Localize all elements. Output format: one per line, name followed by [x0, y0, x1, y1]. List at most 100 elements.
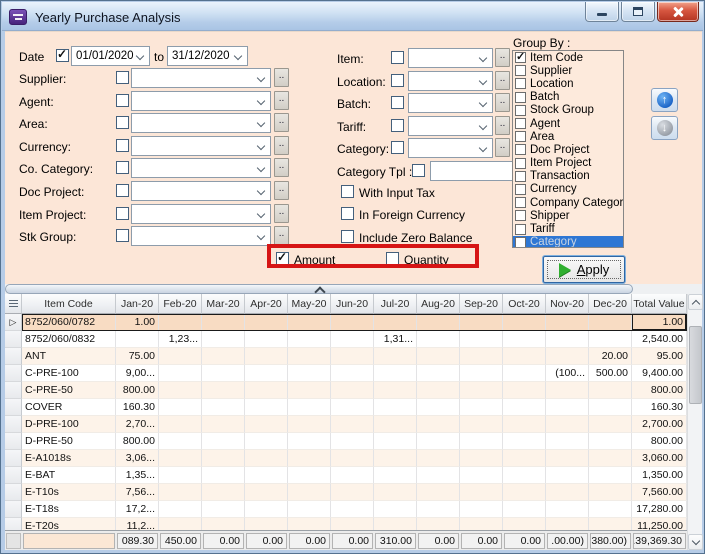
month-value-cell[interactable]: 800.00: [116, 382, 159, 399]
scroll-thumb[interactable]: [689, 326, 702, 404]
month-value-cell[interactable]: [546, 348, 589, 365]
group-by-item-shipper[interactable]: Shipper: [513, 209, 623, 222]
month-value-cell[interactable]: [417, 331, 460, 348]
group-by-checkbox-item-project[interactable]: [515, 158, 526, 169]
item-code-cell[interactable]: E-A1018s: [22, 450, 116, 467]
month-value-cell[interactable]: 20.00: [589, 348, 632, 365]
month-value-cell[interactable]: [417, 365, 460, 382]
month-value-cell[interactable]: [245, 450, 288, 467]
month-value-cell[interactable]: [546, 331, 589, 348]
table-row-d-pre-100[interactable]: D-PRE-1002,70...2,700.00: [5, 416, 687, 433]
month-value-cell[interactable]: [546, 382, 589, 399]
row-selector[interactable]: [5, 450, 22, 467]
month-value-cell[interactable]: [159, 399, 202, 416]
month-value-cell[interactable]: [417, 314, 460, 331]
month-value-cell[interactable]: [460, 314, 503, 331]
month-value-cell[interactable]: [331, 433, 374, 450]
minimize-button[interactable]: [585, 2, 619, 22]
total-value-cell[interactable]: 800.00: [632, 382, 687, 399]
month-value-cell[interactable]: [159, 416, 202, 433]
row-selector[interactable]: ▷: [5, 314, 22, 331]
row-selector[interactable]: [5, 348, 22, 365]
month-value-cell[interactable]: [159, 382, 202, 399]
row-selector[interactable]: [5, 416, 22, 433]
month-value-cell[interactable]: [460, 399, 503, 416]
month-value-cell[interactable]: [202, 348, 245, 365]
item-code-cell[interactable]: E-T18s: [22, 501, 116, 518]
browse-button-category[interactable]: ..: [495, 138, 510, 157]
month-value-cell[interactable]: [503, 501, 546, 518]
month-value-cell[interactable]: [417, 348, 460, 365]
month-value-cell[interactable]: 2,70...: [116, 416, 159, 433]
month-value-cell[interactable]: [245, 433, 288, 450]
row-selector[interactable]: [5, 433, 22, 450]
month-value-cell[interactable]: 7,56...: [116, 484, 159, 501]
scroll-down-button[interactable]: [688, 534, 703, 550]
month-value-cell[interactable]: [374, 467, 417, 484]
field-checkbox-category-tpl[interactable]: [412, 164, 425, 177]
month-value-cell[interactable]: [331, 331, 374, 348]
row-selector[interactable]: [5, 518, 22, 530]
field-checkbox-stk-group[interactable]: [116, 229, 129, 242]
column-header-jul-20[interactable]: Jul-20: [374, 294, 417, 314]
month-value-cell[interactable]: 160.30: [116, 399, 159, 416]
total-value-cell[interactable]: 7,560.00: [632, 484, 687, 501]
month-value-cell[interactable]: [460, 365, 503, 382]
month-value-cell[interactable]: [374, 365, 417, 382]
month-value-cell[interactable]: [245, 484, 288, 501]
item-code-cell[interactable]: C-PRE-100: [22, 365, 116, 382]
table-row-c-pre-100[interactable]: C-PRE-1009,00...(100...500.009,400.00: [5, 365, 687, 382]
field-checkbox-item-project[interactable]: [116, 207, 129, 220]
month-value-cell[interactable]: [374, 314, 417, 331]
month-value-cell[interactable]: [288, 399, 331, 416]
item-code-cell[interactable]: E-T10s: [22, 484, 116, 501]
month-value-cell[interactable]: [202, 433, 245, 450]
column-header-jun-20[interactable]: Jun-20: [331, 294, 374, 314]
month-value-cell[interactable]: [460, 467, 503, 484]
field-combo-location[interactable]: [408, 71, 493, 91]
month-value-cell[interactable]: [546, 501, 589, 518]
apply-button[interactable]: Apply: [543, 256, 625, 283]
month-value-cell[interactable]: [288, 331, 331, 348]
move-down-button[interactable]: ↓: [651, 116, 678, 140]
month-value-cell[interactable]: [460, 382, 503, 399]
month-value-cell[interactable]: [546, 399, 589, 416]
column-header-nov-20[interactable]: Nov-20: [546, 294, 589, 314]
month-value-cell[interactable]: [460, 416, 503, 433]
group-by-checkbox-doc-project[interactable]: [515, 144, 526, 155]
group-by-checkbox-shipper[interactable]: [515, 210, 526, 221]
grid-corner-header[interactable]: [5, 294, 22, 314]
month-value-cell[interactable]: [374, 416, 417, 433]
close-button[interactable]: [657, 2, 699, 22]
total-value-cell[interactable]: 1.00: [632, 314, 687, 331]
month-value-cell[interactable]: [331, 501, 374, 518]
group-by-checkbox-currency[interactable]: [515, 184, 526, 195]
month-value-cell[interactable]: [331, 484, 374, 501]
field-checkbox-location[interactable]: [391, 74, 404, 87]
month-value-cell[interactable]: [202, 416, 245, 433]
table-row-e-bat[interactable]: E-BAT1,35...1,350.00: [5, 467, 687, 484]
month-value-cell[interactable]: [245, 314, 288, 331]
month-value-cell[interactable]: [288, 365, 331, 382]
month-value-cell[interactable]: [417, 501, 460, 518]
month-value-cell[interactable]: [288, 433, 331, 450]
restore-button[interactable]: [621, 2, 655, 22]
month-value-cell[interactable]: [546, 433, 589, 450]
browse-button-stk-group[interactable]: ..: [274, 226, 289, 245]
month-value-cell[interactable]: 800.00: [116, 433, 159, 450]
month-value-cell[interactable]: [202, 331, 245, 348]
month-value-cell[interactable]: [245, 518, 288, 530]
browse-button-currency[interactable]: ..: [274, 136, 289, 155]
table-row-cover[interactable]: COVER160.30160.30: [5, 399, 687, 416]
table-row-e-t18s[interactable]: E-T18s17,2...17,280.00: [5, 501, 687, 518]
month-value-cell[interactable]: [460, 348, 503, 365]
browse-button-batch[interactable]: ..: [495, 93, 510, 112]
month-value-cell[interactable]: [460, 331, 503, 348]
column-header-mar-20[interactable]: Mar-20: [202, 294, 245, 314]
month-value-cell[interactable]: 17,2...: [116, 501, 159, 518]
total-value-cell[interactable]: 2,700.00: [632, 416, 687, 433]
item-code-cell[interactable]: 8752/060/0782: [22, 314, 116, 331]
group-by-item-currency[interactable]: Currency: [513, 183, 623, 196]
month-value-cell[interactable]: [503, 365, 546, 382]
field-combo-area[interactable]: [131, 113, 271, 133]
